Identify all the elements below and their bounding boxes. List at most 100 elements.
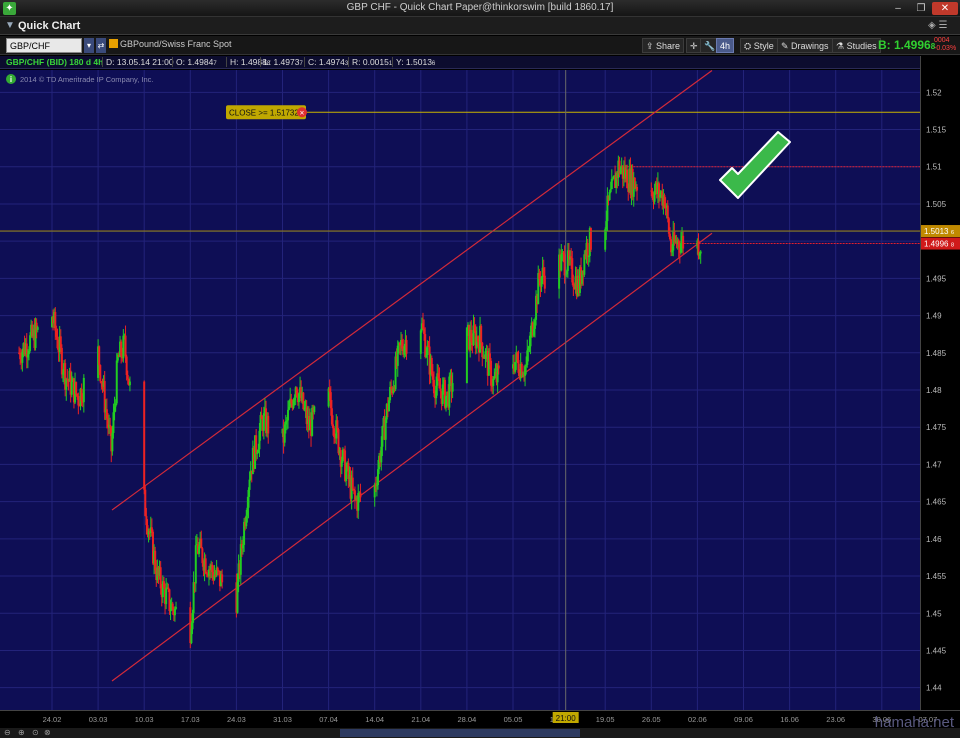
time-axis[interactable]: 24.02 03.03 10.03 17.03 24.03 31.03 07.04 14.04… [0,710,960,731]
watermark-text: hamaha.net [875,714,955,729]
price-tick-label: 1.495 [926,274,947,283]
studies-icon: ⚗ [836,41,847,51]
ohlc-info-bar: GBP/CHF (BID) 180 d 4h D: 13.05.14 21:00… [0,56,920,69]
alert-badge-label: CLOSE >= 1.51732 [229,108,299,117]
candle-body [609,189,612,193]
candle-body [682,235,685,249]
price-tag-label-prev-close: 1.5013 [924,227,949,236]
studies-button[interactable]: ⚗ Studies [832,38,881,53]
date-value: D: 13.05.14 21:00 [102,57,174,67]
symbol-description: GBPound/Swiss Franc Spot [109,39,232,49]
zoom-out-icon[interactable]: ⊖ [4,728,11,737]
bid-price-main: B: 1.4996 [878,38,931,52]
style-label: Style [753,41,774,51]
wrench-icon: 🔧 [704,41,716,51]
prev-close-value: Y: 1.50136 [392,57,435,67]
candle-body [359,492,362,498]
open-main: O: 1.4984 [176,57,214,67]
candle-body [439,388,442,392]
range-value: R: 0.00151 [348,57,392,67]
window-title: GBP CHF - Quick Chart Paper@thinkorswim … [346,2,614,13]
copyright-text: 2014 © TD Ameritrade IP Company, Inc. [20,75,154,84]
symbol-description-text: GBPound/Swiss Franc Spot [120,39,232,49]
candle-body [586,242,589,257]
range-main: R: 0.0015 [352,57,389,67]
panel-title: Quick Chart [18,20,81,32]
time-tick-label: 19.05 [596,715,615,724]
level-lines [0,111,920,245]
price-tick-label: 1.45 [926,609,942,618]
candle-body [351,477,354,489]
price-tick-label: 1.49 [926,312,942,321]
share-button[interactable]: ⇪ Share [642,38,685,53]
symbol-input[interactable]: GBP/CHF [6,38,82,53]
candle-body [126,375,129,379]
chart-toolbar: GBP/CHF ▾ ⇄ GBPound/Swiss Franc Spot ⇪ S… [0,36,960,55]
price-tick-label: 1.48 [926,386,942,395]
channel-lower-line [111,232,713,682]
maximize-icon[interactable]: ❐ [911,2,931,15]
open-small: 7 [213,61,217,67]
candle-body [221,574,224,583]
time-tick-label: 31.03 [273,715,292,724]
time-axis-svg[interactable]: 24.02 03.03 10.03 17.03 24.03 31.03 07.04 14.04… [0,711,960,731]
time-tick-label: 26.05 [642,715,661,724]
candle-body [313,406,316,413]
chart-scrollbar[interactable]: ⊖ ⊕ ⊙ ⊗ [0,728,960,738]
candle-body [248,479,251,490]
panel-settings-icon[interactable]: ◈ ☰ [928,20,947,31]
open-value: O: 1.49847 [172,57,217,67]
grid-lines [0,70,929,710]
studies-label: Studies [846,41,877,51]
candle-body [381,426,384,447]
price-axis[interactable]: 1.521.5151.511.5051.51.4951.491.4851.481… [920,56,960,710]
drawings-label: Drawings [791,41,829,51]
time-tick-label: 02.06 [688,715,707,724]
price-tick-label: 1.455 [926,572,947,581]
share-label: Share [656,41,681,51]
candle-body [636,187,639,191]
candle-body [267,415,270,434]
drawings-button[interactable]: ✎ Drawings [777,38,833,53]
price-chart[interactable]: i 2014 © TD Ameritrade IP Company, Inc. CL… [0,69,929,710]
price-tag-small-last-bid: 8 [951,243,954,249]
candle-body [82,377,85,403]
chevron-down-icon[interactable]: ▼ [5,20,15,31]
symbol-link-button[interactable]: ⇄ [96,38,106,53]
candle-body [200,538,203,549]
candle-body [128,381,131,386]
chart-symbol-label: GBP/CHF (BID) 180 d 4h [6,57,104,67]
symbol-lookup-button[interactable]: ▾ [84,38,94,53]
price-chart-svg[interactable]: i 2014 © TD Ameritrade IP Company, Inc. CL… [0,69,929,710]
quick-chart-header: ▼ Quick Chart ◈ ☰ [0,17,960,35]
scroll-thumb[interactable] [340,729,580,737]
drag-icon[interactable]: ⊗ [44,728,51,737]
time-tick-label: 03.03 [89,715,108,724]
candle-body [98,346,101,366]
minimize-icon[interactable]: – [888,2,908,15]
candle-body [124,335,127,357]
candle-body [405,339,408,354]
bid-price: B: 1.49968 [878,38,935,52]
price-tick-label: 1.44 [926,684,942,693]
candle-body [115,360,118,404]
candle-body [451,383,454,392]
low-small: 7 [299,61,303,67]
price-tag-small-prev-close: 6 [951,230,954,236]
price-tick-label: 1.475 [926,423,947,432]
candle-body [699,251,702,254]
candle-body [286,409,289,421]
timeframe-button[interactable]: 4h [716,38,735,53]
price-tick-label: 1.515 [926,126,947,135]
low-main: L: 1.4973 [264,57,300,67]
time-tick-label: 23.06 [826,715,845,724]
zoom-in-icon[interactable]: ⊕ [18,728,25,737]
close-main: C: 1.4974 [308,57,345,67]
zoom-fit-icon[interactable]: ⊙ [32,728,39,737]
close-icon[interactable]: ✕ [932,2,958,15]
price-axis-svg[interactable]: 1.521.5151.511.5051.51.4951.491.4851.481… [921,56,960,710]
style-button[interactable]: ⛭ Style [740,38,778,53]
price-change-value: 0004 [934,37,950,44]
prev-close-main: Y: 1.5013 [396,57,432,67]
time-tick-label: 17.03 [181,715,200,724]
